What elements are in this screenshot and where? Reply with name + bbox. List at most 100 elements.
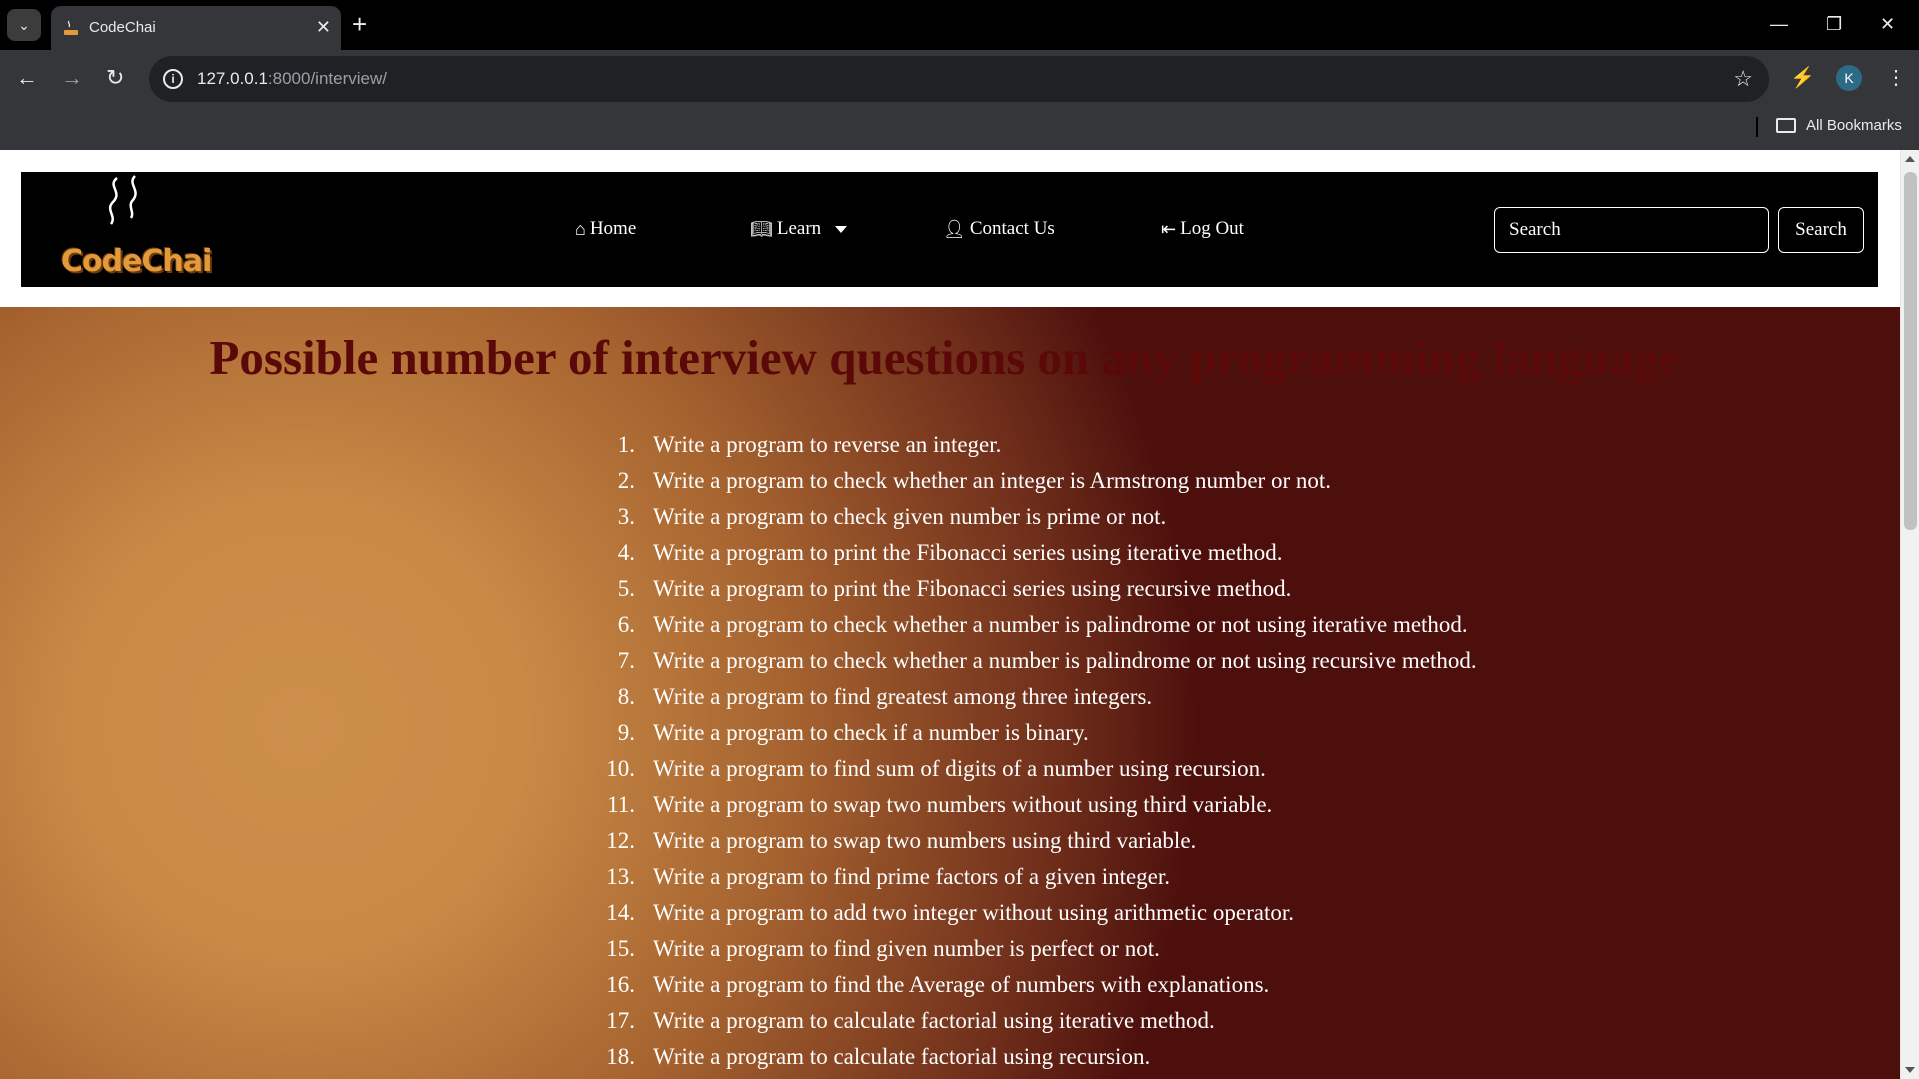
nav-home[interactable]: ⌂ Home xyxy=(575,218,636,240)
list-item-number: 6. xyxy=(617,612,635,637)
page-scrollbar[interactable] xyxy=(1900,150,1919,1079)
tab-title: CodeChai xyxy=(89,19,156,36)
list-item-number: 15. xyxy=(606,936,635,961)
list-item-text: Write a program to check whether a numbe… xyxy=(653,648,1477,673)
list-item: 6. Write a program to check whether a num… xyxy=(595,607,1795,643)
list-item-number: 7. xyxy=(617,648,635,673)
bookmarks-bar: All Bookmarks xyxy=(0,108,1919,150)
list-item-number: 5. xyxy=(617,576,635,601)
list-item-text: Write a program to find greatest among t… xyxy=(653,684,1153,709)
list-item-text: Write a program to find prime factors of… xyxy=(653,864,1171,889)
list-item: 3. Write a program to check given number … xyxy=(595,499,1795,535)
list-item: 7. Write a program to check whether a num… xyxy=(595,643,1795,679)
list-item: 12. Write a program to swap two numbers u… xyxy=(595,823,1795,859)
list-item-text: Write a program to check whether a numbe… xyxy=(653,612,1468,637)
list-item-number: 14. xyxy=(606,900,635,925)
list-item-text: Write a program to add two integer witho… xyxy=(653,900,1294,925)
home-icon: ⌂ xyxy=(575,218,586,239)
nav-learn-label: Learn xyxy=(776,218,822,239)
list-item-number: 11. xyxy=(607,792,635,817)
list-item: 9. Write a program to check if a number i… xyxy=(595,715,1795,751)
list-item: 17. Write a program to calculate factoria… xyxy=(595,1003,1795,1039)
list-item-text: Write a program to find given number is … xyxy=(653,936,1160,961)
list-item-number: 4. xyxy=(617,540,635,565)
bookmarks-divider xyxy=(1756,117,1758,137)
list-item: 11. Write a program to swap two numbers w… xyxy=(595,787,1795,823)
nav-contact[interactable]: 👤︎ Contact Us xyxy=(943,218,1055,240)
list-item-text: Write a program to print the Fibonacci s… xyxy=(653,540,1283,565)
chevron-down-icon xyxy=(835,225,848,233)
list-item-number: 18. xyxy=(606,1044,635,1069)
logout-icon: ⇤ xyxy=(1161,218,1177,239)
list-item-number: 13. xyxy=(606,864,635,889)
book-icon: 📖︎ xyxy=(750,218,773,239)
url-text[interactable]: 127.0.0.1:8000/interview/ xyxy=(197,69,387,89)
list-item-number: 16. xyxy=(606,972,635,997)
nav-logout[interactable]: ⇤ Log Out xyxy=(1161,218,1244,240)
back-icon[interactable]: ← xyxy=(16,66,38,90)
list-item: 16. Write a program to find the Average o… xyxy=(595,967,1795,1003)
list-item-text: Write a program to swap two numbers usin… xyxy=(653,828,1197,853)
list-item-text: Write a program to calculate factorial u… xyxy=(653,1044,1151,1069)
list-item: 8. Write a program to find greatest among… xyxy=(595,679,1795,715)
list-item-text: Write a program to calculate factorial u… xyxy=(653,1008,1215,1033)
folder-icon xyxy=(1776,118,1796,133)
tab-close-icon[interactable]: ✕ xyxy=(316,17,331,37)
restore-icon[interactable]: ❐ xyxy=(1826,12,1842,36)
browser-tabstrip: ⌄ CodeChai ✕ + — ❐ ✕ xyxy=(0,0,1919,50)
list-item: 5. Write a program to print the Fibonacci… xyxy=(595,571,1795,607)
nav-home-label: Home xyxy=(589,218,637,239)
browser-tab-active[interactable]: CodeChai ✕ xyxy=(51,6,341,50)
reload-icon[interactable]: ↻ xyxy=(106,66,124,90)
list-item: 15. Write a program to find given number … xyxy=(595,931,1795,967)
bookmark-star-icon[interactable]: ☆ xyxy=(1733,66,1753,92)
page-viewport: CodeChai ⌂ Home 📖︎ Learn 👤︎ Contact Us ⇤… xyxy=(0,150,1900,1079)
list-item: 1. Write a program to reverse an integer. xyxy=(595,427,1795,463)
list-item: 14. Write a program to add two integer wi… xyxy=(595,895,1795,931)
address-bar[interactable]: i 127.0.0.1:8000/interview/ ☆ xyxy=(149,56,1769,102)
minimize-icon[interactable]: — xyxy=(1770,12,1788,36)
profile-avatar[interactable]: K xyxy=(1836,65,1862,91)
url-path: :8000/interview/ xyxy=(267,69,387,88)
list-item-text: Write a program to reverse an integer. xyxy=(653,432,1002,457)
list-item-text: Write a program to find sum of digits of… xyxy=(653,756,1266,781)
extensions-icon[interactable]: ⚡ xyxy=(1790,66,1815,90)
contact-icon: 👤︎ xyxy=(943,218,966,239)
list-item-text: Write a program to check if a number is … xyxy=(653,720,1089,745)
list-item-number: 10. xyxy=(606,756,635,781)
scroll-up-icon[interactable] xyxy=(1905,156,1915,162)
new-tab-icon[interactable]: + xyxy=(352,10,367,38)
nav-contact-label: Contact Us xyxy=(969,218,1055,239)
list-item: 4. Write a program to print the Fibonacci… xyxy=(595,535,1795,571)
page-title: Possible number of interview questions o… xyxy=(209,330,1681,385)
nav-logout-label: Log Out xyxy=(1180,218,1244,239)
scroll-down-icon[interactable] xyxy=(1905,1067,1915,1073)
list-item: 13. Write a program to find prime factors… xyxy=(595,859,1795,895)
search-input[interactable] xyxy=(1494,207,1769,253)
list-item-number: 8. xyxy=(617,684,635,709)
menu-kebab-icon[interactable]: ⋮ xyxy=(1886,66,1906,90)
list-item-text: Write a program to print the Fibonacci s… xyxy=(653,576,1292,601)
list-item-text: Write a program to check whether an inte… xyxy=(653,468,1332,493)
list-item: 18. Write a program to calculate factoria… xyxy=(595,1039,1795,1075)
browser-toolbar: ← → ↻ i 127.0.0.1:8000/interview/ ☆ ⚡ K … xyxy=(0,50,1919,108)
url-host: 127.0.0.1 xyxy=(197,69,268,88)
site-info-icon[interactable]: i xyxy=(163,69,183,89)
nav-learn-dropdown[interactable]: 📖︎ Learn xyxy=(750,218,848,240)
list-item-text: Write a program to find the Average of n… xyxy=(653,972,1270,997)
all-bookmarks-link[interactable]: All Bookmarks xyxy=(1806,117,1902,134)
main-content: Possible number of interview questions o… xyxy=(0,307,1900,1079)
codechai-favicon xyxy=(64,20,78,35)
forward-icon[interactable]: → xyxy=(61,66,83,90)
window-close-icon[interactable]: ✕ xyxy=(1880,12,1895,36)
tab-search-button[interactable]: ⌄ xyxy=(7,9,41,41)
list-item-number: 12. xyxy=(606,828,635,853)
list-item-number: 17. xyxy=(606,1008,635,1033)
list-item-number: 2. xyxy=(617,468,635,493)
search-button[interactable]: Search xyxy=(1778,207,1864,253)
list-item-number: 1. xyxy=(617,432,635,457)
list-item-number: 9. xyxy=(617,720,635,745)
scrollbar-thumb[interactable] xyxy=(1904,172,1917,530)
list-item: 2. Write a program to check whether an in… xyxy=(595,463,1795,499)
list-item-text: Write a program to check given number is… xyxy=(653,504,1167,529)
